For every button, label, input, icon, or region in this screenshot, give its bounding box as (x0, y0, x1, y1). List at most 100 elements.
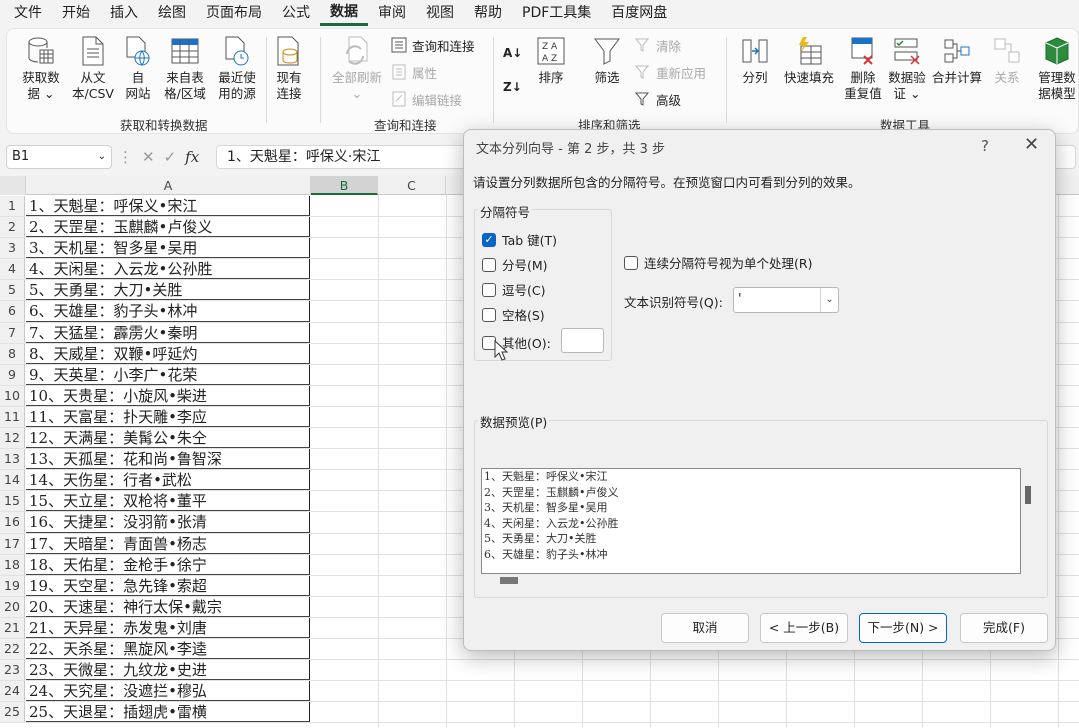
select-all-corner[interactable] (0, 176, 26, 195)
row-header[interactable]: 23 (0, 660, 25, 681)
sort-az-button[interactable]: A↓ (503, 43, 522, 63)
cell-a[interactable]: 14、天伤星：行者•武松 (26, 470, 310, 491)
chevron-down-icon[interactable]: ⌄ (98, 146, 106, 168)
from-table-range-button[interactable]: 来自表 格/区域 (159, 35, 211, 102)
from-text-csv-button[interactable]: 从文 本/CSV (67, 35, 119, 102)
row-header[interactable]: 6 (0, 301, 25, 322)
enter-check-icon[interactable]: ✓ (164, 148, 177, 166)
row-header[interactable]: 15 (0, 491, 25, 512)
cell-a[interactable]: 23、天微星：九纹龙•史进 (26, 660, 310, 681)
properties-button[interactable]: 属性 (391, 62, 437, 82)
cell-a[interactable]: 24、天究星：没遮拦•穆弘 (26, 681, 310, 702)
preview-horizontal-scrollbar[interactable] (500, 577, 518, 584)
other-delimiter-input[interactable] (561, 328, 604, 353)
cell-a[interactable]: 4、天闲星：入云龙•公孙胜 (26, 259, 310, 280)
space-checkbox[interactable]: 空格(S) (482, 305, 545, 324)
advanced-filter-button[interactable]: 高级 (635, 89, 681, 109)
row-header[interactable]: 9 (0, 364, 25, 385)
text-qualifier-select[interactable]: ' ⌄ (733, 287, 839, 313)
data-preview-box[interactable]: 1、天魁星：呼保义•宋江 2、天罡星：玉麒麟•卢俊义 3、天机星：智多星•吴用 4、天… (481, 468, 1021, 574)
row-header[interactable]: 18 (0, 554, 25, 575)
insert-function-icon[interactable]: fx (185, 148, 199, 166)
cell-a[interactable]: 19、天空星：急先锋•索超 (26, 575, 310, 596)
cell-a[interactable]: 13、天孤星：花和尚•鲁智深 (26, 449, 310, 470)
row-header[interactable]: 2 (0, 217, 25, 238)
row-header[interactable]: 24 (0, 681, 25, 702)
row-header[interactable]: 20 (0, 596, 25, 617)
next-button[interactable]: 下一步(N) > (859, 613, 947, 643)
menu-draw[interactable]: 绘图 (148, 0, 196, 26)
row-header[interactable]: 13 (0, 449, 25, 470)
other-checkbox[interactable]: 其他(O): (482, 333, 551, 352)
text-to-columns-button[interactable]: 分列 (735, 35, 775, 86)
cell-a[interactable]: 8、天威星：双鞭•呼延灼 (26, 343, 310, 364)
cell-a[interactable]: 22、天杀星：黑旋风•李逵 (26, 638, 310, 660)
cell-a[interactable]: 1、天魁星：呼保义•宋江 (26, 196, 310, 217)
row-header[interactable]: 22 (0, 638, 25, 660)
row-header[interactable]: 11 (0, 406, 25, 428)
column-header-b[interactable]: B (311, 176, 378, 195)
manage-data-model-button[interactable]: 管理数 据模型 (1033, 35, 1079, 102)
cell-a[interactable]: 2、天罡星：玉麒麟•卢俊义 (26, 217, 310, 238)
row-header[interactable]: 4 (0, 259, 25, 280)
row-header[interactable]: 7 (0, 322, 25, 343)
cell-a[interactable]: 25、天退星：插翅虎•雷横 (26, 702, 310, 723)
cell-a[interactable]: 21、天异星：赤发鬼•刘唐 (26, 617, 310, 638)
relationships-button[interactable]: 关系 (989, 35, 1025, 86)
cell-a[interactable]: 12、天满星：美髯公•朱仝 (26, 428, 310, 449)
menu-view[interactable]: 视图 (416, 0, 464, 26)
close-icon[interactable]: ✕ (1024, 134, 1039, 155)
existing-connections-button[interactable]: 现有 连接 (269, 35, 309, 102)
edit-links-button[interactable]: 编辑链接 (391, 89, 462, 109)
row-header[interactable]: 16 (0, 512, 25, 533)
cell-a[interactable]: 17、天暗星：青面兽•杨志 (26, 533, 310, 554)
name-box[interactable]: B1 ⌄ (6, 145, 112, 169)
row-header[interactable]: 5 (0, 280, 25, 301)
cell-a[interactable]: 9、天英星：小李广•花荣 (26, 364, 310, 385)
row-header[interactable]: 25 (0, 702, 25, 723)
remove-duplicates-button[interactable]: 删除 重复值 (841, 35, 885, 102)
recent-sources-button[interactable]: 最近使 用的源 (211, 35, 263, 102)
comma-checkbox[interactable]: 逗号(C) (482, 280, 545, 299)
cell-a[interactable]: 10、天贵星：小旋风•柴进 (26, 385, 310, 406)
flash-fill-button[interactable]: 快速填充 (781, 35, 837, 86)
row-header[interactable]: 12 (0, 428, 25, 449)
clear-filter-button[interactable]: 清除 (635, 35, 681, 55)
row-header[interactable]: 19 (0, 575, 25, 596)
cell-a[interactable]: 11、天富星：扑天雕•李应 (26, 406, 310, 428)
menu-page-layout[interactable]: 页面布局 (196, 0, 272, 26)
tab-checkbox[interactable]: ✓ Tab 键(T) (482, 230, 557, 249)
cancel-button[interactable]: 取消 (661, 613, 749, 643)
row-header[interactable]: 3 (0, 238, 25, 259)
back-button[interactable]: < 上一步(B) (760, 613, 848, 643)
row-header[interactable]: 17 (0, 533, 25, 554)
column-header-a[interactable]: A (26, 176, 311, 195)
cell-a[interactable]: 15、天立星：双枪将•董平 (26, 491, 310, 512)
preview-vertical-scrollbar[interactable] (1025, 486, 1031, 504)
cell-a[interactable]: 7、天猛星：霹雳火•秦明 (26, 322, 310, 343)
more-options-icon[interactable]: ⋮ (118, 148, 133, 166)
data-validation-button[interactable]: 数据验 证 ⌄ (885, 35, 929, 102)
menu-home[interactable]: 开始 (52, 0, 100, 26)
menu-review[interactable]: 审阅 (368, 0, 416, 26)
menu-formulas[interactable]: 公式 (272, 0, 320, 26)
menu-data[interactable]: 数据 (320, 1, 368, 26)
menu-baidu-netdisk[interactable]: 百度网盘 (601, 0, 677, 26)
row-header[interactable]: 1 (0, 196, 25, 217)
refresh-all-button[interactable]: 全部刷新 ⌄ (329, 35, 385, 102)
menu-file[interactable]: 文件 (4, 0, 52, 26)
cell-a[interactable]: 6、天雄星：豹子头•林冲 (26, 301, 310, 322)
help-icon[interactable]: ? (981, 137, 989, 155)
consolidate-button[interactable]: 合并计算 (929, 35, 985, 86)
get-data-button[interactable]: 获取数 据 ⌄ (15, 35, 67, 102)
cell-a[interactable]: 3、天机星：智多星•吴用 (26, 238, 310, 259)
column-header-c[interactable]: C (378, 176, 446, 195)
row-header[interactable]: 8 (0, 343, 25, 364)
row-header[interactable]: 14 (0, 470, 25, 491)
finish-button[interactable]: 完成(F) (960, 613, 1048, 643)
filter-button[interactable]: 筛选 (589, 35, 625, 86)
chevron-down-icon[interactable]: ⌄ (820, 288, 838, 312)
row-header[interactable]: 21 (0, 617, 25, 638)
sort-za-button[interactable]: Z↓ (503, 77, 522, 97)
cell-a[interactable]: 16、天捷星：没羽箭•张清 (26, 512, 310, 533)
